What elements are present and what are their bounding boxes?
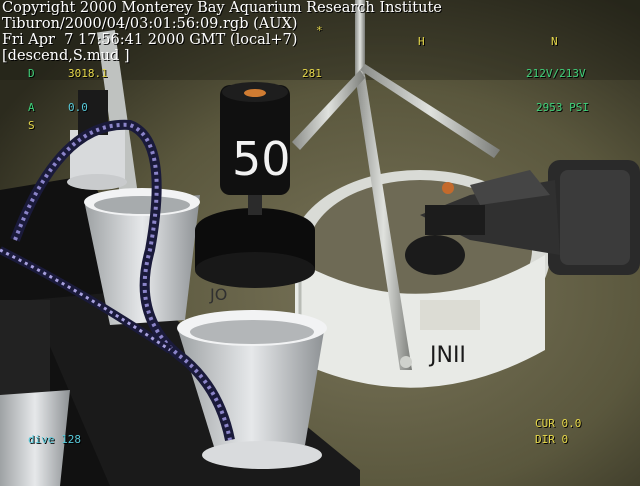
copyright-line: Copyright 2000 Monterey Bay Aquarium Res…	[2, 0, 442, 16]
filename-line: Tiburon/2000/04/03:01:56:09.rgb (AUX)	[2, 16, 298, 32]
timestamp-line: Fri Apr 7 17:56:41 2000 GMT (local+7)	[2, 32, 298, 48]
drum-marks: JNII	[428, 343, 466, 368]
heading-mark-h: H	[418, 35, 425, 48]
depth-label: D	[28, 67, 35, 80]
cup-marks: JO	[209, 285, 227, 304]
heading-mark-n: N	[551, 35, 558, 48]
heading-mark-star: *	[316, 24, 323, 37]
heading-value: 281	[302, 67, 322, 80]
s-label: S	[28, 119, 35, 132]
altitude-label: A	[28, 101, 35, 114]
voltage-readout: 212V/213V	[526, 67, 586, 80]
pressure-readout: 2953 PSI	[536, 101, 589, 114]
direction-readout: DIR 0	[535, 433, 569, 446]
altitude-value: 0.0	[68, 101, 88, 114]
dive-number: dive 128	[28, 433, 81, 446]
rov-camera-frame: JNII JO 50 Copyright 2000 Monterey Bay A…	[0, 0, 640, 486]
depth-value: 3018.1	[68, 67, 108, 80]
core-number: 50	[232, 132, 291, 186]
status-line: [descend,S.mud ]	[2, 48, 130, 64]
current-readout: CUR 0.0	[535, 417, 582, 430]
